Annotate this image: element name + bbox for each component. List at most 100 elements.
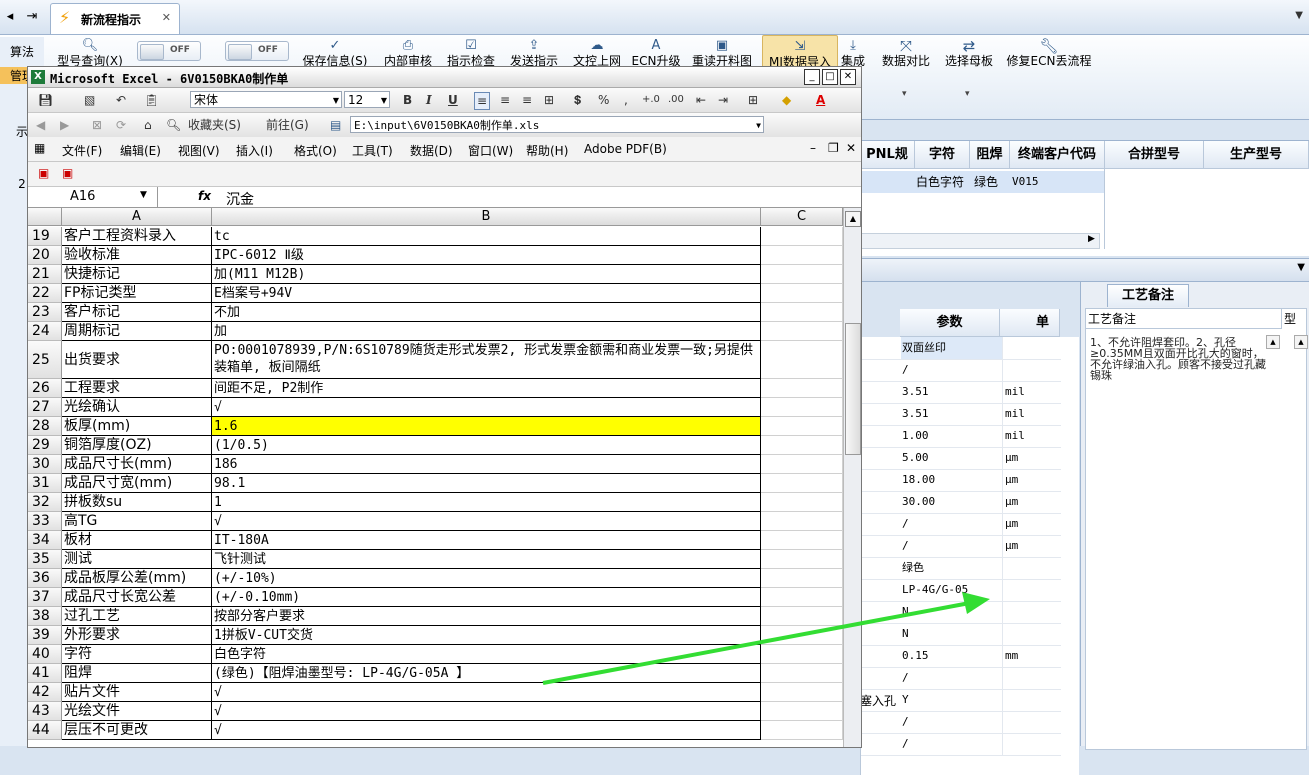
table-row[interactable]: 20 验收标准 IPC-6012 Ⅱ级 xyxy=(28,246,843,265)
name-box-dropdown-icon[interactable]: ▼ xyxy=(140,190,147,200)
row-number[interactable]: 35 xyxy=(28,550,62,569)
cell-c[interactable] xyxy=(761,417,843,436)
menu-tools[interactable]: 工具(T) xyxy=(352,142,393,159)
row-number[interactable]: 26 xyxy=(28,379,62,398)
list-item[interactable]: 1.00 mil xyxy=(861,425,1061,448)
table-row[interactable]: 36 成品板厚公差(mm) (+/-10%) xyxy=(28,569,843,588)
cell-c[interactable] xyxy=(761,569,843,588)
font-size-select[interactable]: 12 ▼ xyxy=(344,91,390,108)
cell-a[interactable]: 周期标记 xyxy=(62,322,212,341)
cell-c[interactable] xyxy=(761,512,843,531)
send-instruction-button[interactable]: ⇪ 发送指示 xyxy=(506,35,562,69)
table-row[interactable]: 32 拼板数su 1 xyxy=(28,493,843,512)
list-item[interactable]: LP-4G/G-05 xyxy=(861,579,1061,602)
table-row[interactable]: 35 测试 飞针测试 xyxy=(28,550,843,569)
list-item[interactable]: 5.00 μm xyxy=(861,447,1061,470)
row-number[interactable]: 37 xyxy=(28,588,62,607)
excel-window[interactable]: X Microsoft Excel - 6V0150BKA0制作单 _ □ ✕ … xyxy=(27,66,862,748)
maximize-icon[interactable]: □ xyxy=(822,69,838,85)
table-row[interactable]: 42 贴片文件 √ xyxy=(28,683,843,702)
row-number[interactable]: 30 xyxy=(28,455,62,474)
select-all-corner[interactable] xyxy=(28,208,62,226)
cell-b[interactable]: 白色字符 xyxy=(212,645,761,664)
table-row[interactable]: 21 快捷标记 加(M11 M12B) xyxy=(28,265,843,284)
cell-c[interactable] xyxy=(761,436,843,455)
borders-icon[interactable]: ⊞ xyxy=(748,92,758,108)
cell-b[interactable]: 98.1 xyxy=(212,474,761,493)
table-row[interactable]: 30 成品尺寸长(mm) 186 xyxy=(28,455,843,474)
cell-a[interactable]: 成品尺寸宽(mm) xyxy=(62,474,212,493)
menu-data[interactable]: 数据(D) xyxy=(410,142,453,159)
align-center-icon[interactable]: ≡ xyxy=(500,92,510,108)
fx-icon[interactable]: fx xyxy=(198,189,211,203)
cell-c[interactable] xyxy=(761,265,843,284)
cell-b[interactable]: 不加 xyxy=(212,303,761,322)
cell-a[interactable]: 客户工程资料录入 xyxy=(62,227,212,246)
col-header-a[interactable]: A xyxy=(62,208,212,226)
doc-close-icon[interactable]: ✕ xyxy=(846,141,856,155)
cell-c[interactable] xyxy=(761,493,843,512)
cell-a[interactable]: 成品尺寸长(mm) xyxy=(62,455,212,474)
picture-icon[interactable]: ▧ xyxy=(84,92,95,108)
table-row[interactable]: 23 客户标记 不加 xyxy=(28,303,843,322)
font-color-icon[interactable]: A xyxy=(816,92,825,108)
table-row[interactable]: 43 光绘文件 √ xyxy=(28,702,843,721)
row-number[interactable]: 42 xyxy=(28,683,62,702)
cell-c[interactable] xyxy=(761,303,843,322)
cell-a[interactable]: 板材 xyxy=(62,531,212,550)
stop-icon[interactable]: ⊠ xyxy=(92,117,102,133)
decrease-indent-icon[interactable]: ⇤ xyxy=(696,92,706,108)
cell-c[interactable] xyxy=(761,607,843,626)
instruction-check-button[interactable]: ☑ 指示检查 xyxy=(443,35,499,69)
menu-file[interactable]: 文件(F) xyxy=(62,142,102,159)
cell-a[interactable]: 过孔工艺 xyxy=(62,607,212,626)
cell-b[interactable]: √ xyxy=(212,721,761,740)
list-item[interactable]: / xyxy=(861,359,1061,382)
cell-a[interactable]: 层压不可更改 xyxy=(62,721,212,740)
toggle-switch-1[interactable]: OFF xyxy=(137,41,201,61)
row-number[interactable]: 25 xyxy=(28,341,62,379)
cell-b[interactable]: IT-180A xyxy=(212,531,761,550)
cell-b[interactable]: (1/0.5) xyxy=(212,436,761,455)
refresh-icon[interactable]: ⟳ xyxy=(116,117,126,133)
row-number[interactable]: 41 xyxy=(28,664,62,683)
cell-b[interactable]: (+/-0.10mm) xyxy=(212,588,761,607)
cell-c[interactable] xyxy=(761,398,843,417)
cell-c[interactable] xyxy=(761,322,843,341)
paste-icon[interactable]: 📋︎ xyxy=(144,92,159,108)
comma-button[interactable]: , xyxy=(624,92,628,108)
merge-center-icon[interactable]: ⊞ xyxy=(544,92,554,108)
font-name-select[interactable]: 宋体 ▼ xyxy=(190,91,342,108)
menu-insert[interactable]: 插入(I) xyxy=(236,142,273,159)
pdf-icon[interactable]: ▣ xyxy=(38,166,49,180)
row-number[interactable]: 34 xyxy=(28,531,62,550)
col-header-c[interactable]: C xyxy=(761,208,843,226)
back-arrow-icon[interactable]: ◂ xyxy=(0,6,20,28)
list-item[interactable]: N xyxy=(861,601,1061,624)
forward-icon[interactable]: ▶ xyxy=(60,117,69,133)
list-item[interactable]: / xyxy=(861,711,1061,734)
row-number[interactable]: 24 xyxy=(28,322,62,341)
decrease-decimal-icon[interactable]: .00 xyxy=(668,92,684,108)
list-item[interactable]: / μm xyxy=(861,535,1061,558)
list-item[interactable]: / μm xyxy=(861,513,1061,536)
cell-a[interactable]: 成品尺寸长宽公差 xyxy=(62,588,212,607)
cell-b[interactable]: 间距不足, P2制作 xyxy=(212,379,761,398)
goto-menu[interactable]: 前往(G) xyxy=(266,117,309,133)
table-row[interactable]: 27 光绘确认 √ xyxy=(28,398,843,417)
cell-b[interactable]: 加 xyxy=(212,322,761,341)
cell-a[interactable]: 字符 xyxy=(62,645,212,664)
row-number[interactable]: 23 xyxy=(28,303,62,322)
save-icon[interactable]: 💾︎ xyxy=(38,92,53,108)
cell-a[interactable]: 工程要求 xyxy=(62,379,212,398)
favorites-menu[interactable]: 收藏夹(S) xyxy=(188,117,241,133)
cell-a[interactable]: 贴片文件 xyxy=(62,683,212,702)
list-item[interactable]: 双面丝印 xyxy=(861,337,1061,360)
cell-b[interactable]: 加(M11 M12B) xyxy=(212,265,761,284)
scroll-right-icon[interactable]: ▶ xyxy=(1088,234,1095,244)
doc-minimize-icon[interactable]: – xyxy=(810,141,816,155)
list-item[interactable]: 3.51 mil xyxy=(861,381,1061,404)
menu-edit[interactable]: 编辑(E) xyxy=(120,142,161,159)
cell-c[interactable] xyxy=(761,531,843,550)
fix-ecn-lost-process-button[interactable]: 🔧︎ 修复ECN丢流程 xyxy=(1004,35,1094,71)
